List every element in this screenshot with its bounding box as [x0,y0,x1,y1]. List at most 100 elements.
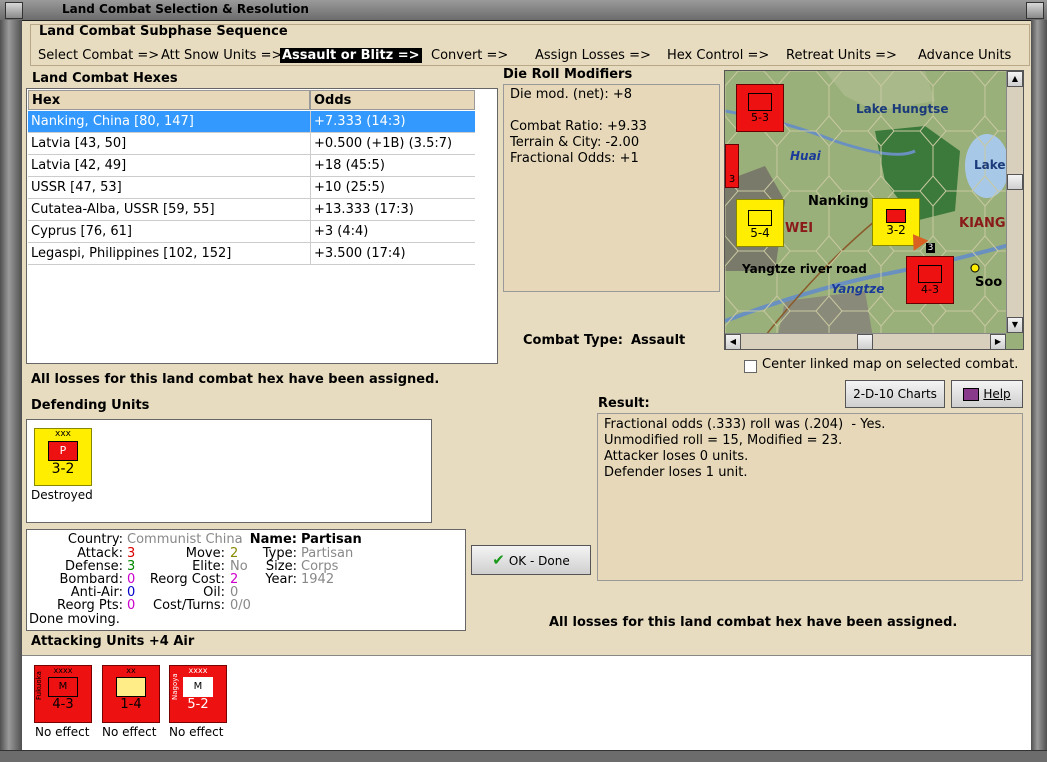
unit-info-box: Country: Communist China Attack: 3 Defen… [26,529,466,631]
map-counter[interactable]: 5-4 [736,199,784,247]
counter-symbol: M [183,677,213,697]
losses-assigned-message: All losses for this land combat hex have… [31,372,440,387]
book-icon [963,388,980,401]
odds-cell: +7.333 (14:3) [314,114,406,129]
hex-cell: Legaspi, Philippines [102, 152] [31,246,232,261]
step-convert: Convert => [431,48,509,63]
attacking-units-box: xxxx M 4-3 Fukuoka No effect xx 1-4 No e… [22,655,1031,751]
step-assign-losses: Assign Losses => [535,48,651,63]
name-label: Name: [249,532,297,547]
scroll-thumb[interactable] [1007,174,1023,190]
map-label-yangtze: Yangtze [831,282,885,296]
cost-turns-value: 0/0 [230,598,251,613]
losses-assigned-message-bottom: All losses for this land combat hex have… [549,615,958,630]
scroll-thumb[interactable] [857,334,873,349]
center-linked-map-checkbox[interactable] [744,360,757,373]
help-button[interactable]: Help [951,380,1023,408]
window-title: Land Combat Selection & Resolution [62,2,309,16]
map-vertical-scrollbar[interactable]: ▲ ▼ [1006,71,1023,333]
name-value: Partisan [301,532,362,547]
hex-cell: Cyprus [76, 61] [31,224,133,239]
result-line: Unmodified roll = 15, Modified = 23. [604,433,843,448]
attacker-status: No effect [102,725,157,739]
scroll-left-icon[interactable]: ◀ [725,334,741,349]
year-value: 1942 [301,572,335,587]
subphase-heading: Land Combat Subphase Sequence [39,24,288,39]
counter-symbol [748,93,772,111]
map-counter-strength: 4-3 [921,283,939,296]
map-counter-partial[interactable]: 3 [725,144,739,188]
hex-row[interactable]: Latvia [43, 50] +0.500 (+1B) (3.5:7) [28,133,475,155]
title-bar: Land Combat Selection & Resolution [0,0,1047,21]
map-horizontal-scrollbar[interactable]: ◀ ▶ [725,333,1006,349]
map-counter-strength: 3 [728,174,736,185]
system-menu-button[interactable] [5,2,23,19]
odds-cell: +3 (4:4) [314,224,369,239]
defender-status: Destroyed [31,488,93,502]
column-divider [310,221,311,242]
cost-turns-label: Cost/Turns: [153,598,225,613]
result-line: Attacker loses 0 units. [604,449,749,464]
hexes-rows: Nanking, China [80, 147] +7.333 (14:3) Lat… [28,111,475,265]
odds-cell: +13.333 (17:3) [314,202,414,217]
counter-symbol [116,677,146,697]
counter-strength: 1-4 [120,697,142,712]
column-hex-header[interactable]: Hex [28,90,310,110]
scroll-right-icon[interactable]: ▶ [990,334,1006,349]
hex-cell: Latvia [43, 50] [31,136,127,151]
scroll-down-icon[interactable]: ▼ [1007,317,1023,333]
hex-cell: Latvia [42, 49] [31,158,127,173]
defending-heading: Defending Units [31,398,150,413]
attacker-counter[interactable]: xx 1-4 [102,665,160,723]
window-frame-left [0,20,22,761]
hex-row[interactable]: Cutatea-Alba, USSR [59, 55] +13.333 (17:3… [28,199,475,221]
step-assault-or-blitz: Assault or Blitz => [280,48,422,63]
map-label-nanking: Nanking [808,194,869,209]
odds-cell: +0.500 (+1B) (3.5:7) [314,136,453,151]
help-button-label: Help [983,387,1011,401]
hex-row[interactable]: Legaspi, Philippines [102, 152] +3.500 (1… [28,243,475,265]
map-label-huai: Huai [790,149,821,163]
step-select-combat: Select Combat => [38,48,160,63]
ok-done-button[interactable]: ✔ OK - Done [471,545,591,575]
counter-size: xx [126,666,136,675]
result-box: Fractional odds (.333) roll was (.204) -… [597,413,1023,581]
counter-side-label: Nagoya [171,673,179,700]
counter-symbol: M [48,677,78,697]
reorg-pts-value: 0 [127,598,136,613]
counter-symbol [886,209,906,223]
close-button[interactable] [1026,2,1044,19]
die-roll-heading: Die Roll Modifiers [503,67,633,82]
map-label-kiang: KIANG [959,216,1006,231]
map-counter[interactable]: 5-3 [736,84,784,132]
defender-counter[interactable]: xxx P 3-2 [34,428,92,486]
counter-strength: 3-2 [51,461,75,477]
map-counter[interactable]: 4-3 [906,256,954,304]
column-divider [310,177,311,198]
hex-row[interactable]: Latvia [42, 49] +18 (45:5) [28,155,475,177]
combat-type-value: Assault [631,333,686,348]
counter-size: xxx [55,429,71,439]
result-line: Fractional odds (.333) roll was (.204) -… [604,417,886,432]
result-lines: Fractional odds (.333) roll was (.204) -… [604,417,885,481]
hexes-list[interactable]: Hex Odds Nanking, China [80, 147] +7.333 … [26,88,498,364]
scroll-up-icon[interactable]: ▲ [1007,71,1023,87]
step-hex-control: Hex Control => [667,48,770,63]
hex-row[interactable]: USSR [47, 53] +10 (25:5) [28,177,475,199]
result-line: Defender loses 1 unit. [604,465,748,480]
country-label: Country: [67,532,123,547]
map-label-lake: Lake [974,158,1006,172]
die-roll-line: Combat Ratio: +9.33 [510,119,647,134]
die-roll-line: Terrain & City: -2.00 [510,135,640,150]
odds-cell: +18 (45:5) [314,158,385,173]
hex-row[interactable]: Nanking, China [80, 147] +7.333 (14:3) [28,111,475,133]
ok-done-label: OK - Done [508,554,570,568]
charts-button[interactable]: 2-D-10 Charts [845,380,945,408]
column-divider [310,155,311,176]
hex-row[interactable]: Cyprus [76, 61] +3 (4:4) [28,221,475,243]
odds-cell: +3.500 (17:4) [314,246,406,261]
mini-map[interactable]: Lake Hungtse Huai Lake Nanking WEI KIANG… [724,70,1024,350]
column-odds-header[interactable]: Odds [310,90,475,110]
counter-symbol [918,265,942,283]
stack-number-badge: 3 [926,243,935,253]
